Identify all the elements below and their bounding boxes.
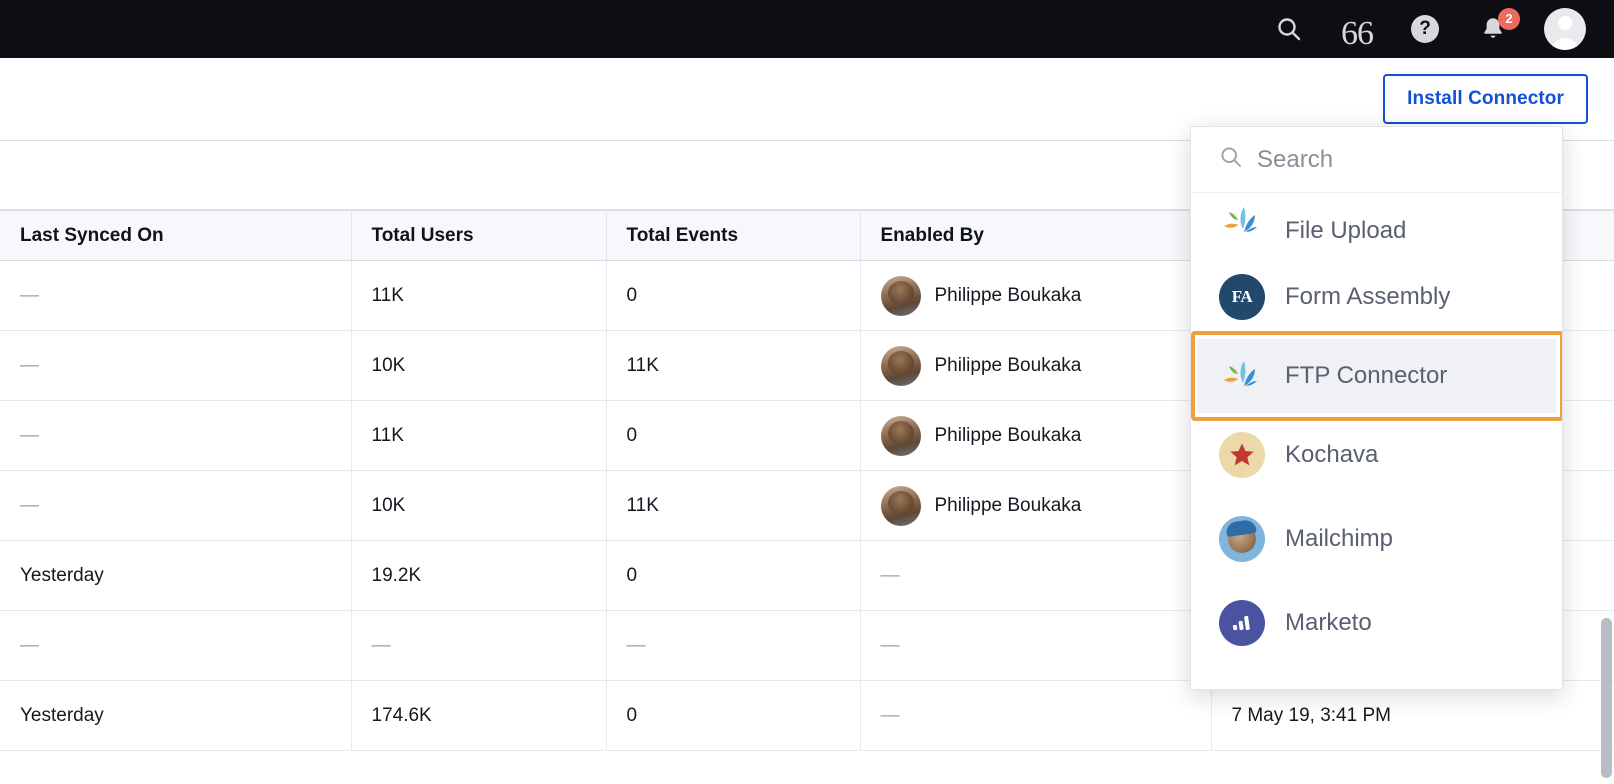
avatar-head <box>1558 16 1572 30</box>
cell-last-synced-on: Yesterday <box>0 540 352 611</box>
connector-list-item[interactable]: Mailchimp <box>1191 497 1562 581</box>
page-scrollbar[interactable] <box>1601 618 1612 778</box>
connector-picker-dropdown: File Upload FA Form Assembly FTP Connector K… <box>1190 126 1563 690</box>
connector-list-item-label: Kochava <box>1285 441 1379 468</box>
cell-extra-date: 7 May 19, 3:41 PM <box>1211 680 1614 751</box>
connector-list-item-label: FTP Connector <box>1285 362 1448 389</box>
cell-enabled-by: Philippe Boukaka <box>860 400 1212 471</box>
splash-icon <box>1219 353 1265 399</box>
connector-list-item[interactable]: Marketo <box>1191 581 1562 665</box>
app-root: 66 ? 2 Install Connector Last Synced On … <box>0 0 1614 784</box>
marketo-icon <box>1219 600 1265 646</box>
connector-list-item-label: File Upload <box>1285 217 1407 244</box>
quotes-glyph: 66 <box>1341 15 1374 52</box>
cell-total-events: 0 <box>606 680 861 751</box>
user-avatar <box>880 345 921 386</box>
cell-total-events: 0 <box>606 400 861 471</box>
mailchimp-icon <box>1219 516 1265 562</box>
cell-total-users: 11K <box>351 260 607 331</box>
cell-total-users: — <box>351 610 607 681</box>
cell-last-synced-on: — <box>0 260 352 331</box>
top-navigation-bar: 66 ? 2 <box>0 0 1614 58</box>
avatar[interactable] <box>1544 8 1586 50</box>
column-header-last-synced-on[interactable]: Last Synced On <box>0 210 352 261</box>
cell-last-synced-on: — <box>0 470 352 541</box>
cell-enabled-by: — <box>860 610 1212 681</box>
cell-last-synced-on: — <box>0 330 352 401</box>
cell-last-synced-on: Yesterday <box>0 680 352 751</box>
connector-list-item-label: Marketo <box>1285 609 1372 636</box>
cell-total-events: 0 <box>606 260 861 331</box>
enabled-by-name: Philippe Boukaka <box>934 424 1082 446</box>
cell-enabled-by: — <box>860 680 1212 751</box>
quotes-icon[interactable]: 66 <box>1340 12 1374 51</box>
connector-list-item[interactable]: FA Form Assembly <box>1191 255 1562 339</box>
avatar-body <box>1551 38 1579 50</box>
cell-total-users: 174.6K <box>351 680 607 751</box>
connector-list-item-label: Form Assembly <box>1285 283 1451 310</box>
topbar-icon-group: 66 ? 2 <box>1272 8 1614 51</box>
column-header-enabled-by[interactable]: Enabled By <box>860 210 1212 261</box>
kochava-star-icon <box>1219 432 1265 478</box>
user-avatar <box>880 275 921 316</box>
cell-last-synced-on: — <box>0 400 352 471</box>
search-icon[interactable] <box>1272 12 1306 46</box>
connector-list: File Upload FA Form Assembly FTP Connector K… <box>1191 193 1562 689</box>
enabled-by-name: Philippe Boukaka <box>934 494 1082 516</box>
enabled-by-name: Philippe Boukaka <box>934 284 1082 306</box>
search-input[interactable] <box>1257 145 1517 174</box>
help-icon[interactable]: ? <box>1408 12 1442 46</box>
notifications-bell-icon[interactable]: 2 <box>1476 8 1520 46</box>
column-header-total-users[interactable]: Total Users <box>351 210 607 261</box>
cell-enabled-by: Philippe Boukaka <box>860 260 1212 331</box>
connector-list-item[interactable]: Kochava <box>1191 413 1562 497</box>
splash-icon <box>1219 199 1265 245</box>
cell-total-events: 11K <box>606 470 861 541</box>
column-header-total-events[interactable]: Total Events <box>606 210 861 261</box>
cell-enabled-by: — <box>860 540 1212 611</box>
cell-total-users: 19.2K <box>351 540 607 611</box>
connector-list-item-label: Mailchimp <box>1285 525 1394 552</box>
user-avatar <box>880 485 921 526</box>
connector-list-item[interactable]: FTP Connector <box>1191 331 1562 421</box>
cell-total-users: 11K <box>351 400 607 471</box>
cell-enabled-by: Philippe Boukaka <box>860 330 1212 401</box>
user-avatar <box>880 415 921 456</box>
table-row[interactable]: Yesterday 174.6K 0—7 May 19, 3:41 PM <box>0 680 1614 751</box>
enabled-by-name: Philippe Boukaka <box>934 354 1082 376</box>
cell-total-events: 11K <box>606 330 861 401</box>
connector-list-item[interactable]: File Upload <box>1191 193 1562 255</box>
cell-enabled-by: Philippe Boukaka <box>860 470 1212 541</box>
search-icon <box>1219 145 1243 174</box>
cell-last-synced-on: — <box>0 610 352 681</box>
cell-total-users: 10K <box>351 330 607 401</box>
dropdown-search-row <box>1191 127 1562 193</box>
form-assembly-icon: FA <box>1219 274 1265 320</box>
cell-total-events: — <box>606 610 861 681</box>
install-connector-button[interactable]: Install Connector <box>1383 74 1588 124</box>
notification-badge: 2 <box>1498 8 1520 30</box>
help-glyph: ? <box>1411 15 1439 43</box>
cell-total-events: 0 <box>606 540 861 611</box>
cell-total-users: 10K <box>351 470 607 541</box>
